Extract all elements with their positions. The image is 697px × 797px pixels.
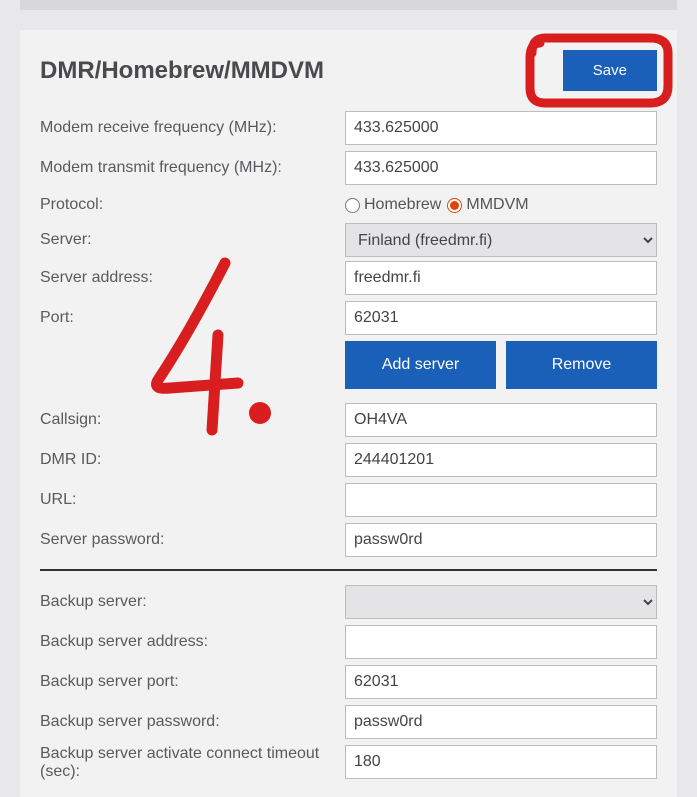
- server-addr-label: Server address:: [40, 269, 345, 287]
- rx-freq-label: Modem receive frequency (MHz):: [40, 119, 345, 137]
- add-server-button[interactable]: Add server: [345, 341, 496, 389]
- dmr-panel: DMR/Homebrew/MMDVM Save Modem receive fr…: [20, 30, 677, 797]
- protocol-label: Protocol:: [40, 196, 345, 214]
- backup-addr-label: Backup server address:: [40, 633, 345, 651]
- password-label: Server password:: [40, 531, 345, 549]
- backup-password-label: Backup server password:: [40, 713, 345, 731]
- remove-button[interactable]: Remove: [506, 341, 657, 389]
- protocol-mmdvm-radio[interactable]: [447, 198, 462, 213]
- separator: [40, 569, 657, 571]
- backup-server-label: Backup server:: [40, 593, 345, 611]
- backup-timeout-input[interactable]: [345, 745, 657, 779]
- top-strip: [20, 0, 677, 10]
- tx-freq-label: Modem transmit frequency (MHz):: [40, 159, 345, 177]
- server-select[interactable]: Finland (freedmr.fi): [345, 223, 657, 257]
- dmr-id-label: DMR ID:: [40, 451, 345, 469]
- save-button[interactable]: Save: [563, 50, 657, 91]
- port-label: Port:: [40, 309, 345, 327]
- backup-port-input[interactable]: [345, 665, 657, 699]
- password-input[interactable]: [345, 523, 657, 557]
- protocol-homebrew-label: Homebrew: [364, 196, 441, 214]
- tx-freq-input[interactable]: [345, 151, 657, 185]
- protocol-homebrew-radio[interactable]: [345, 198, 360, 213]
- backup-timeout-label: Backup server activate connect timeout (…: [40, 745, 345, 781]
- callsign-input[interactable]: [345, 403, 657, 437]
- panel-title: DMR/Homebrew/MMDVM: [40, 57, 324, 85]
- url-input[interactable]: [345, 483, 657, 517]
- backup-password-input[interactable]: [345, 705, 657, 739]
- panel-header: DMR/Homebrew/MMDVM Save: [40, 50, 657, 91]
- server-label: Server:: [40, 231, 345, 249]
- backup-addr-input[interactable]: [345, 625, 657, 659]
- backup-server-select[interactable]: [345, 585, 657, 619]
- url-label: URL:: [40, 491, 345, 509]
- rx-freq-input[interactable]: [345, 111, 657, 145]
- protocol-radio-group: Homebrew MMDVM: [345, 192, 657, 218]
- dmr-id-input[interactable]: [345, 443, 657, 477]
- protocol-mmdvm-label: MMDVM: [466, 196, 528, 214]
- backup-port-label: Backup server port:: [40, 673, 345, 691]
- server-addr-input[interactable]: [345, 261, 657, 295]
- callsign-label: Callsign:: [40, 411, 345, 429]
- port-input[interactable]: [345, 301, 657, 335]
